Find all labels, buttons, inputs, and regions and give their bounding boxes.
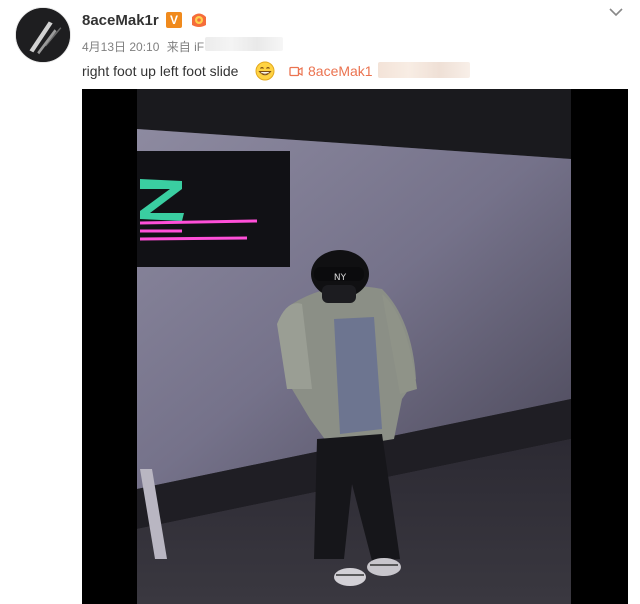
video-frame: NY	[82, 89, 628, 604]
verified-v-icon: V	[166, 12, 182, 28]
timestamp[interactable]: 4月13日 20:10	[82, 40, 159, 54]
source-text: 来自 iF	[166, 40, 205, 54]
post-text: right foot up left foot slide	[82, 63, 239, 79]
video-link[interactable]: 8aceMak1	[289, 63, 373, 79]
redacted-source	[205, 37, 283, 51]
svg-text:NY: NY	[334, 273, 347, 283]
level-badge-icon	[192, 13, 206, 27]
chevron-down-icon[interactable]	[608, 6, 624, 18]
avatar[interactable]	[15, 7, 71, 63]
grin-emoji-icon	[255, 61, 275, 81]
username-link[interactable]: 8aceMak1r	[82, 12, 159, 29]
video-player[interactable]: NY	[82, 89, 628, 604]
video-link-label: 8aceMak1	[308, 63, 373, 79]
weibo-post: 8aceMak1r V 4月13日 20:10 来自 iF right foot…	[0, 0, 640, 604]
redacted-video-title	[378, 62, 470, 78]
post-meta: 4月13日 20:10 来自 iF	[82, 38, 208, 55]
video-camera-icon	[289, 66, 303, 77]
